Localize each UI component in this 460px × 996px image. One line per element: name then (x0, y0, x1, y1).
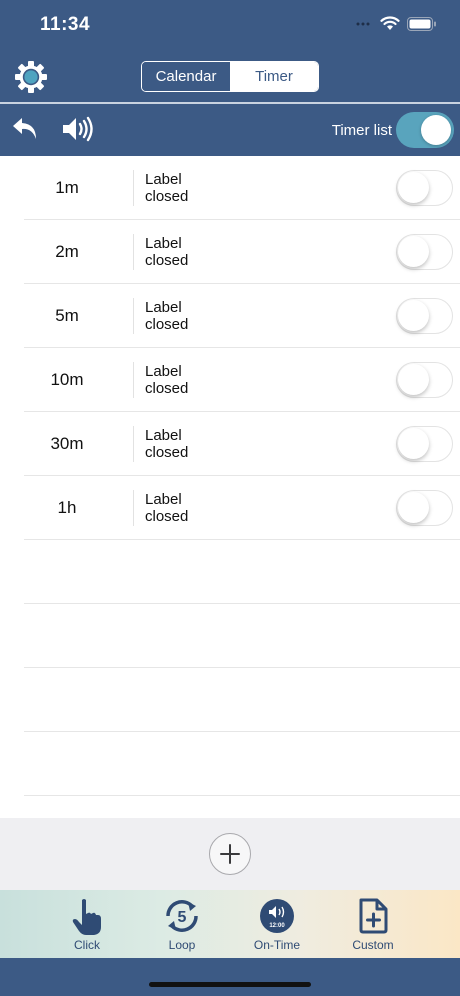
timer-row[interactable]: 10m Label closed (24, 348, 460, 412)
timer-label-status: closed (145, 444, 189, 461)
toggle-knob (398, 492, 429, 523)
segment-calendar[interactable]: Calendar (142, 62, 230, 91)
timer-duration: 5m (55, 306, 79, 325)
segment-timer[interactable]: Timer (230, 62, 318, 91)
timer-list-label: Timer list (331, 122, 392, 139)
timer-toggle[interactable] (396, 234, 453, 270)
home-indicator-area (0, 958, 460, 996)
timer-duration: 2m (55, 242, 79, 261)
timer-toggle[interactable] (396, 362, 453, 398)
on-time-badge: 12:00 (269, 923, 285, 929)
timer-row[interactable]: 1m Label closed (24, 156, 460, 220)
timer-label: Label closed (145, 235, 188, 269)
speaker-clock-icon: 12:00 (260, 899, 294, 933)
tab-click[interactable]: Click (42, 890, 132, 958)
home-indicator[interactable] (149, 982, 311, 987)
hand-pointer-icon (72, 899, 101, 935)
plus-icon (220, 844, 240, 864)
timer-toggle[interactable] (396, 426, 453, 462)
tab-label: Click (74, 938, 100, 952)
empty-row (24, 732, 460, 796)
toggle-knob (398, 428, 429, 459)
tab-label: Custom (352, 938, 394, 952)
toggle-knob (398, 364, 429, 395)
header-bar: Calendar Timer (0, 50, 460, 102)
timer-toggle[interactable] (396, 298, 453, 334)
row-separator (133, 170, 134, 206)
toggle-knob (421, 115, 451, 145)
timer-label: Label closed (145, 171, 188, 205)
toggle-knob (398, 172, 429, 203)
speaker-icon[interactable] (60, 114, 94, 144)
add-timer-area (0, 818, 460, 890)
timer-label-title: Label (145, 491, 182, 508)
timer-duration: 1m (55, 178, 79, 197)
gear-icon[interactable] (14, 60, 48, 94)
row-separator (133, 234, 134, 270)
timer-label: Label closed (145, 491, 188, 525)
toolbar: Timer list (0, 104, 460, 156)
timer-list-toggle[interactable] (396, 112, 454, 148)
timer-label-status: closed (145, 316, 189, 333)
timer-row[interactable]: 2m Label closed (24, 220, 460, 284)
empty-row (24, 540, 460, 604)
document-plus-icon (359, 898, 388, 934)
timer-row[interactable]: 1h Label closed (24, 476, 460, 540)
timer-duration: 30m (50, 434, 84, 453)
timer-toggle[interactable] (396, 490, 453, 526)
tab-bar: Click 5 Loop 12:00 On-Time Custom (0, 890, 460, 958)
timer-list: 1m Label closed 2m Label closed 5m Label… (0, 156, 460, 818)
battery-icon (407, 17, 436, 31)
timer-row[interactable]: 5m Label closed (24, 284, 460, 348)
tab-on-time[interactable]: 12:00 On-Time (232, 890, 322, 958)
wifi-icon (380, 16, 400, 30)
timer-label: Label closed (145, 363, 188, 397)
timer-label-status: closed (145, 380, 189, 397)
timer-label-title: Label (145, 171, 182, 188)
tab-label: Loop (168, 938, 196, 952)
timer-label-title: Label (145, 235, 182, 252)
add-timer-button[interactable] (209, 833, 251, 875)
empty-row (24, 668, 460, 732)
row-separator (133, 362, 134, 398)
status-time: 11:34 (40, 14, 91, 35)
timer-label: Label closed (145, 299, 188, 333)
tab-custom[interactable]: Custom (328, 890, 418, 958)
tab-label: On-Time (253, 938, 301, 952)
loop-count: 5 (178, 909, 187, 926)
row-separator (133, 490, 134, 526)
timer-toggle[interactable] (396, 170, 453, 206)
timer-label: Label closed (145, 427, 188, 461)
toggle-knob (398, 300, 429, 331)
timer-duration: 1h (57, 498, 77, 517)
signal-dots-icon (356, 22, 370, 26)
timer-label-title: Label (145, 363, 182, 380)
timer-label-status: closed (145, 508, 189, 525)
loop-5-icon: 5 (166, 900, 198, 932)
timer-duration: 10m (50, 370, 84, 389)
toggle-knob (398, 236, 429, 267)
timer-label-title: Label (145, 427, 182, 444)
timer-label-status: closed (145, 188, 189, 205)
back-arrow-icon[interactable] (10, 114, 42, 144)
timer-label-status: closed (145, 252, 189, 269)
tab-loop[interactable]: 5 Loop (137, 890, 227, 958)
timer-row[interactable]: 30m Label closed (24, 412, 460, 476)
row-separator (133, 298, 134, 334)
empty-row (24, 604, 460, 668)
status-bar: 11:34 (0, 0, 460, 50)
row-separator (133, 426, 134, 462)
view-segmented-control: Calendar Timer (141, 61, 319, 92)
timer-label-title: Label (145, 299, 182, 316)
